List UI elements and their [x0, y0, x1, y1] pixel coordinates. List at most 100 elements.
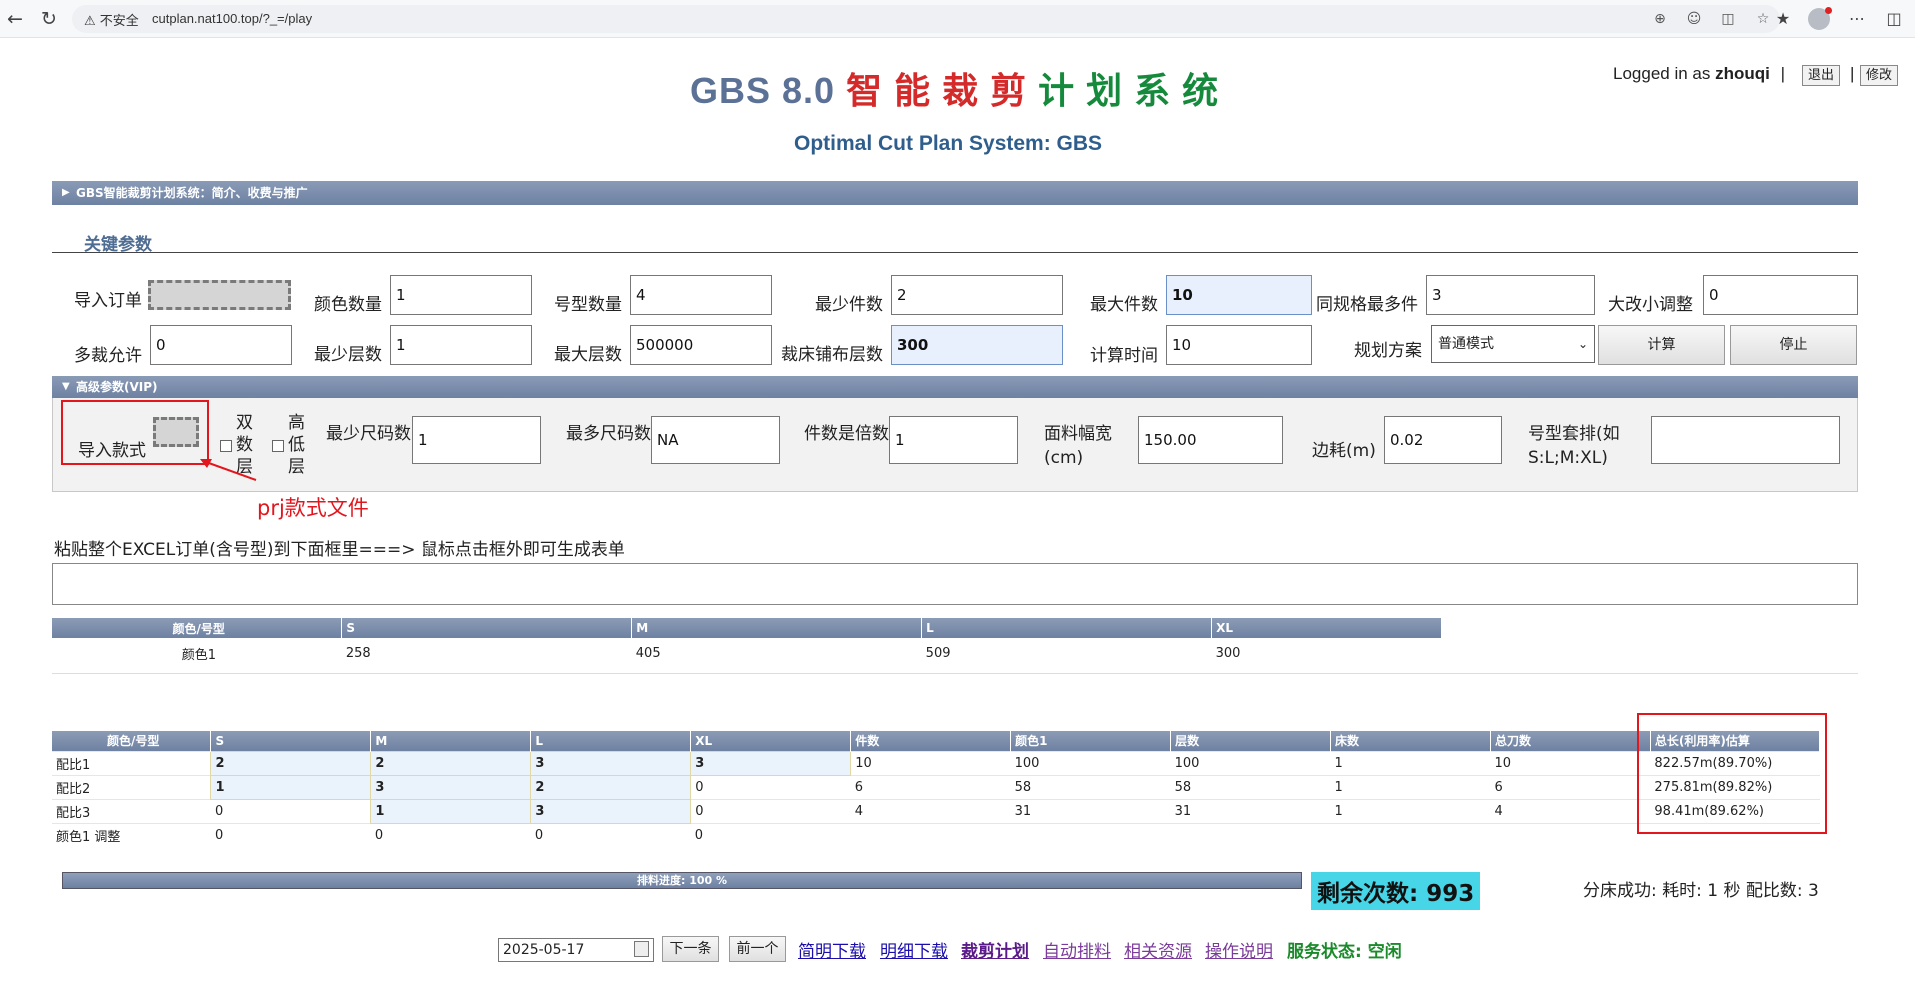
size-count-label: 号型数量 — [554, 295, 622, 315]
multiple-label: 件数是倍数 — [804, 424, 889, 444]
reload-icon[interactable]: ↻ — [38, 8, 60, 30]
table-cell[interactable]: 405 — [632, 638, 922, 668]
import-order-drop[interactable] — [148, 280, 291, 310]
highlight-box — [61, 400, 209, 465]
edge-loss-label: 边耗(m) — [1312, 441, 1376, 461]
max-size-count-input[interactable]: NA — [651, 416, 780, 464]
paste-textarea[interactable] — [52, 563, 1858, 605]
table-header: S — [210, 731, 372, 751]
logout-button[interactable]: 退出 — [1802, 65, 1841, 86]
security-warning[interactable]: ⚠ 不安全 — [84, 10, 139, 29]
table-header: 颜色/号型 — [52, 618, 343, 638]
intro-bar[interactable]: ▶ GBS智能裁剪计划系统：简介、收费与推广 — [52, 181, 1858, 205]
profile-avatar[interactable] — [1808, 7, 1832, 30]
favorites-icon[interactable]: ★ — [1773, 9, 1793, 28]
expand-triangle-icon: ▶ — [62, 187, 70, 198]
table-header: M — [631, 618, 923, 638]
table-cell[interactable]: 3 — [530, 798, 692, 824]
separator: | — [1780, 64, 1786, 83]
table-cell[interactable]: 1 — [210, 774, 372, 800]
max-layers-input[interactable]: 500000 — [630, 325, 772, 365]
min-layers-input[interactable]: 1 — [390, 325, 532, 365]
annotation-arrow — [200, 459, 257, 481]
calendar-icon[interactable] — [634, 941, 649, 957]
table-row: 配比3 0 1 3 0 4 31 31 1 4 98.41m(89.62%) — [52, 798, 1820, 824]
vip-bar[interactable]: ▼ 高级参数(VIP) — [52, 376, 1858, 398]
vip-bar-label: 高级参数(VIP) — [76, 380, 158, 394]
remaining-label: 剩余次数: — [1317, 881, 1427, 907]
table-cell[interactable]: 3 — [690, 750, 852, 776]
multiple-input[interactable]: 1 — [889, 416, 1018, 464]
modify-button[interactable]: 修改 — [1860, 65, 1899, 86]
divider — [52, 252, 1858, 253]
highlight-box — [1637, 713, 1827, 834]
min-pieces-input[interactable]: 2 — [891, 275, 1063, 315]
date-input[interactable]: 2025-05-17 — [498, 938, 654, 962]
min-size-count-input[interactable]: 1 — [412, 416, 541, 464]
url-text[interactable]: cutplan.nat100.top/?_=/play — [152, 11, 312, 26]
address-bar[interactable]: ⚠ 不安全 cutplan.nat100.top/?_=/play ⊕ ☺ ◫ … — [72, 5, 1780, 33]
chevron-down-icon: ⌄ — [1577, 337, 1588, 351]
table-cell: 0 — [690, 774, 851, 799]
more-icon[interactable]: ⋯ — [1847, 9, 1867, 28]
table-cell[interactable]: 300 — [1212, 638, 1442, 668]
bed-layers-input[interactable]: 300 — [891, 325, 1063, 365]
table-cell[interactable]: 509 — [922, 638, 1212, 668]
table-cell — [1010, 822, 1171, 847]
row-label: 颜色1 调整 — [52, 822, 211, 847]
reader-icon[interactable]: ☺ — [1684, 9, 1704, 29]
high-low-layer-label: 高低层 — [288, 413, 305, 477]
page-subtitle: Optimal Cut Plan System: GBS — [794, 132, 1103, 155]
cut-plan-link[interactable]: 裁剪计划 — [961, 937, 1029, 962]
same-spec-max-input[interactable]: 3 — [1426, 275, 1595, 315]
multi-cut-label: 多裁允许 — [74, 346, 142, 366]
table-cell[interactable]: 3 — [530, 750, 692, 776]
color-count-input[interactable]: 1 — [390, 275, 532, 315]
plan-select[interactable]: 普通模式 ⌄ — [1431, 325, 1595, 363]
brief-download-link[interactable]: 简明下载 — [798, 937, 866, 962]
auto-marker-link[interactable]: 自动排料 — [1043, 937, 1111, 962]
stop-button[interactable]: 停止 — [1730, 325, 1857, 365]
title-zh-green: 计 划 系 统 — [1038, 70, 1220, 111]
instructions-link[interactable]: 操作说明 — [1205, 937, 1273, 962]
zoom-icon[interactable]: ⊕ — [1650, 9, 1670, 29]
next-button[interactable]: 下一条 — [662, 936, 719, 962]
table-header: 床数 — [1330, 731, 1491, 751]
size-nesting-input[interactable] — [1651, 416, 1840, 464]
table-row: 配比2 1 3 2 0 6 58 58 1 6 275.81m(89.82%) — [52, 774, 1820, 800]
title-zh-red: 智 能 裁 剪 — [846, 70, 1039, 111]
fabric-width-input[interactable]: 150.00 — [1138, 416, 1283, 464]
prev-button[interactable]: 前一个 — [729, 936, 786, 962]
row-label: 配比1 — [52, 750, 211, 775]
table-cell[interactable]: 1 — [370, 798, 532, 824]
edge-loss-input[interactable]: 0.02 — [1384, 416, 1502, 464]
table-cell[interactable]: 3 — [370, 774, 532, 800]
table-cell[interactable]: 258 — [342, 638, 632, 668]
favorite-star-icon[interactable]: ☆ — [1753, 9, 1773, 29]
calc-time-input[interactable]: 10 — [1166, 325, 1312, 365]
browser-toolbar: ← ↻ ⚠ 不安全 cutplan.nat100.top/?_=/play ⊕ … — [0, 0, 1915, 38]
table-cell: 4 — [850, 798, 1011, 823]
detail-download-link[interactable]: 明细下载 — [880, 937, 948, 962]
max-pieces-input[interactable]: 10 — [1166, 275, 1312, 315]
table-cell[interactable]: 2 — [370, 750, 532, 776]
color-count-label: 颜色数量 — [314, 295, 382, 315]
size-count-input[interactable]: 4 — [630, 275, 772, 315]
back-icon[interactable]: ← — [4, 8, 26, 30]
table-header: L — [921, 618, 1213, 638]
plan-table: 颜色/号型 S M L XL 件数 颜色1 层数 床数 总刀数 总长(利用率)估… — [52, 731, 1821, 847]
calculate-button[interactable]: 计算 — [1598, 325, 1725, 365]
table-cell: 0 — [530, 822, 691, 847]
import-order-label: 导入订单 — [74, 291, 142, 311]
size-nesting-label: 号型套排(如S:L;M:XL) — [1528, 424, 1620, 468]
resources-link[interactable]: 相关资源 — [1124, 937, 1192, 962]
sidebar-icon[interactable]: ◫ — [1884, 9, 1904, 28]
multi-cut-input[interactable]: 0 — [150, 325, 292, 365]
split-screen-icon[interactable]: ◫ — [1718, 9, 1738, 29]
table-cell[interactable]: 2 — [530, 774, 692, 800]
min-layers-label: 最少层数 — [314, 345, 382, 365]
big-small-adjust-input[interactable]: 0 — [1703, 275, 1858, 315]
table-cell[interactable]: 2 — [210, 750, 372, 776]
table-cell: 0 — [210, 798, 371, 823]
table-cell: 0 — [690, 798, 851, 823]
